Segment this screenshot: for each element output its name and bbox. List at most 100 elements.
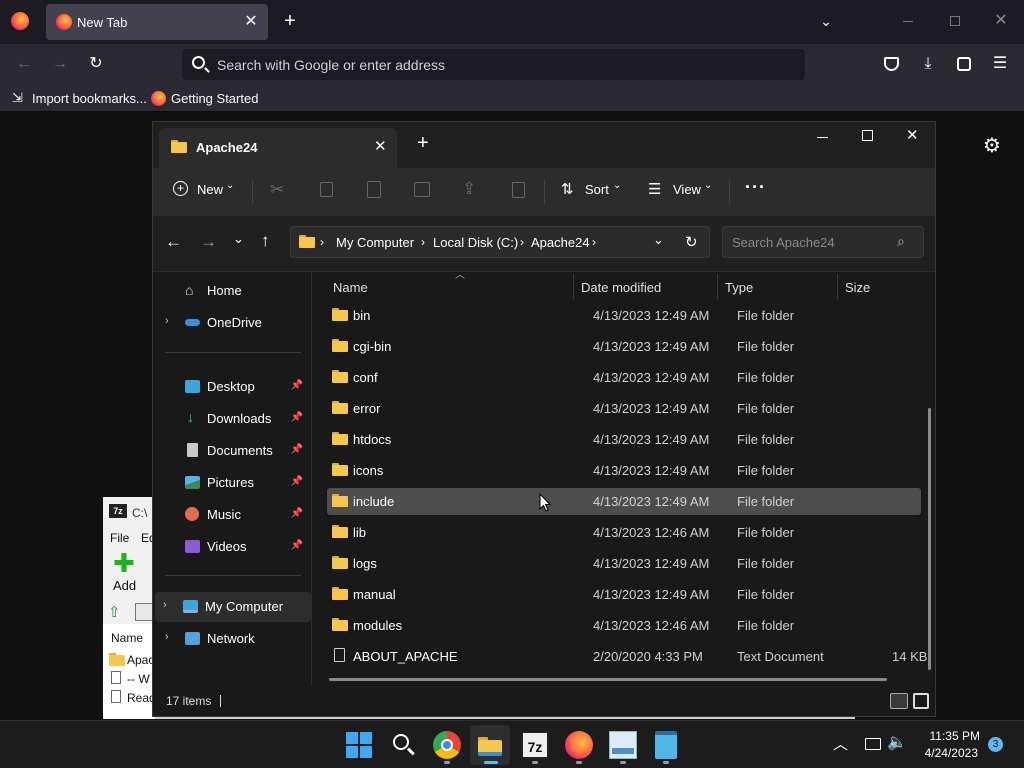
column-divider[interactable]	[717, 274, 718, 300]
column-header-date[interactable]: Date modified	[581, 272, 721, 304]
breadcrumb-my-computer[interactable]: My Computer	[336, 235, 414, 250]
sevenzip-col-name[interactable]: Name	[111, 631, 143, 645]
notification-badge[interactable]: 3	[988, 737, 1003, 752]
paste-icon[interactable]	[367, 181, 381, 198]
expand-chevron-icon[interactable]: ›	[165, 315, 169, 327]
expand-chevron-icon[interactable]: ›	[165, 631, 169, 643]
reload-icon[interactable]: ↻	[85, 54, 107, 74]
menu-hamburger-icon[interactable]: ☰	[989, 54, 1011, 74]
table-row[interactable]: htdocs 4/13/2023 12:49 AM File folder	[327, 426, 921, 453]
table-row[interactable]: error 4/13/2023 12:49 AM File folder	[327, 395, 921, 422]
new-tab-plus-icon[interactable]: +	[417, 132, 429, 155]
clock-time[interactable]: 11:35 PM	[924, 729, 980, 743]
table-row[interactable]: ABOUT_APACHE 2/20/2020 4:33 PM Text Docume…	[327, 643, 927, 670]
nav-my-computer[interactable]: › My Computer	[155, 592, 311, 622]
firefox-icon[interactable]	[565, 731, 593, 759]
back-icon[interactable]: ←	[13, 54, 35, 74]
sevenzip-icon[interactable]: 7z	[521, 731, 549, 759]
tiles-view-icon[interactable]	[913, 693, 929, 709]
sevenzip-window[interactable]: 7z C:\ File Ed ✚ Add ⇧ Name Apac -- W Re…	[103, 497, 156, 719]
pin-icon[interactable]: 📌	[291, 380, 303, 391]
refresh-icon[interactable]: ↻	[685, 233, 698, 251]
view-button[interactable]: ☰ View ⌄	[647, 178, 717, 206]
table-row-selected[interactable]: include 4/13/2023 12:49 AM File folder	[327, 488, 921, 515]
table-row[interactable]: modules 4/13/2023 12:46 AM File folder	[327, 612, 921, 639]
column-divider[interactable]	[837, 274, 838, 300]
column-header-type[interactable]: Type	[725, 272, 835, 304]
add-button[interactable]: Add	[113, 578, 136, 593]
pin-icon[interactable]: 📌	[291, 508, 303, 519]
network-status-icon[interactable]	[865, 738, 881, 750]
horizontal-scrollbar[interactable]	[329, 678, 887, 681]
pane-divider[interactable]	[311, 272, 312, 686]
settings-gear-icon[interactable]: ⚙	[983, 133, 1001, 158]
sevenzip-item[interactable]: -- W	[127, 672, 150, 686]
task-manager-icon[interactable]	[609, 731, 637, 759]
table-row[interactable]: icons 4/13/2023 12:49 AM File folder	[327, 457, 921, 484]
nav-downloads[interactable]: ↓ Downloads 📌	[157, 404, 307, 434]
more-options-icon[interactable]: ···	[745, 177, 766, 198]
nav-music[interactable]: Music 📌	[157, 500, 307, 530]
restore-icon[interactable]	[950, 16, 960, 26]
pin-icon[interactable]: 📌	[291, 540, 303, 551]
maximize-icon[interactable]	[862, 130, 873, 141]
new-tab-plus-icon[interactable]: +	[279, 11, 301, 31]
pin-icon[interactable]: 📌	[291, 476, 303, 487]
share-icon[interactable]: ⇪	[462, 179, 476, 199]
table-row[interactable]: cgi-bin 4/13/2023 12:49 AM File folder	[327, 333, 921, 360]
delete-icon[interactable]	[512, 182, 525, 198]
forward-arrow-icon[interactable]: →	[200, 232, 217, 252]
close-tab-icon[interactable]: ✕	[240, 12, 262, 32]
column-divider[interactable]	[573, 274, 574, 300]
start-windows-icon[interactable]	[345, 731, 373, 759]
close-window-icon[interactable]: ✕	[990, 11, 1012, 31]
search-box[interactable]: Search Apache24 ⌕	[722, 226, 924, 258]
show-hidden-icons-chevron-icon[interactable]: ︿	[833, 733, 848, 754]
extensions-icon[interactable]	[957, 57, 971, 71]
minimize-icon[interactable]	[903, 21, 913, 22]
sort-button[interactable]: ⇅ Sort ⌄	[559, 178, 623, 206]
tab-new-tab[interactable]: New Tab ✕	[46, 4, 268, 40]
pin-icon[interactable]: 📌	[291, 444, 303, 455]
table-row[interactable]: manual 4/13/2023 12:49 AM File folder	[327, 581, 921, 608]
up-folder-icon[interactable]: ⇧	[108, 603, 121, 621]
column-header-size[interactable]: Size	[845, 272, 915, 304]
forward-icon[interactable]: →	[49, 54, 71, 74]
back-arrow-icon[interactable]: ←	[165, 232, 182, 252]
list-tabs-chevron-icon[interactable]: ⌄	[815, 11, 837, 31]
column-header-name[interactable]: Name	[333, 272, 573, 304]
recent-chevron-icon[interactable]: ⌄	[233, 231, 244, 247]
up-arrow-icon[interactable]: ↑	[261, 231, 270, 251]
new-button[interactable]: + New ⌄	[171, 178, 237, 206]
tab-apache24[interactable]: Apache24 ✕	[159, 128, 397, 168]
pin-icon[interactable]: 📌	[291, 412, 303, 423]
table-row[interactable]: conf 4/13/2023 12:49 AM File folder	[327, 364, 921, 391]
address-bar[interactable]: › My Computer › Local Disk (C:) › Apache…	[290, 226, 710, 258]
nav-home[interactable]: ⌂ Home	[157, 276, 307, 306]
nav-onedrive[interactable]: › OneDrive	[157, 308, 307, 338]
file-explorer-icon[interactable]	[476, 731, 504, 759]
close-window-icon[interactable]: ✕	[906, 126, 919, 144]
search-icon[interactable]	[390, 731, 418, 759]
cut-icon[interactable]: ✂	[270, 180, 284, 200]
sevenzip-menu-file[interactable]: File	[110, 531, 129, 545]
nav-desktop[interactable]: Desktop 📌	[157, 372, 307, 402]
folder-view-icon[interactable]	[135, 603, 153, 621]
nav-videos[interactable]: Videos 📌	[157, 532, 307, 562]
nav-pictures[interactable]: Pictures 📌	[157, 468, 307, 498]
address-history-chevron-icon[interactable]: ⌄	[653, 232, 664, 248]
minimize-icon[interactable]	[817, 137, 828, 138]
table-row[interactable]: lib 4/13/2023 12:46 AM File folder	[327, 519, 921, 546]
rename-icon[interactable]	[414, 182, 430, 197]
table-row[interactable]: logs 4/13/2023 12:49 AM File folder	[327, 550, 921, 577]
vertical-scrollbar[interactable]	[928, 408, 931, 670]
copy-icon[interactable]	[320, 182, 333, 197]
breadcrumb-local-disk[interactable]: Local Disk (C:)	[433, 235, 518, 250]
firefox-logo-icon[interactable]	[11, 12, 29, 30]
close-tab-icon[interactable]: ✕	[374, 137, 387, 155]
chrome-icon[interactable]	[433, 731, 461, 759]
expand-chevron-icon[interactable]: ›	[163, 599, 167, 611]
sevenzip-item[interactable]: Apac	[127, 653, 154, 667]
url-bar[interactable]: Search with Google or enter address	[182, 49, 805, 80]
nav-documents[interactable]: Documents 📌	[157, 436, 307, 466]
